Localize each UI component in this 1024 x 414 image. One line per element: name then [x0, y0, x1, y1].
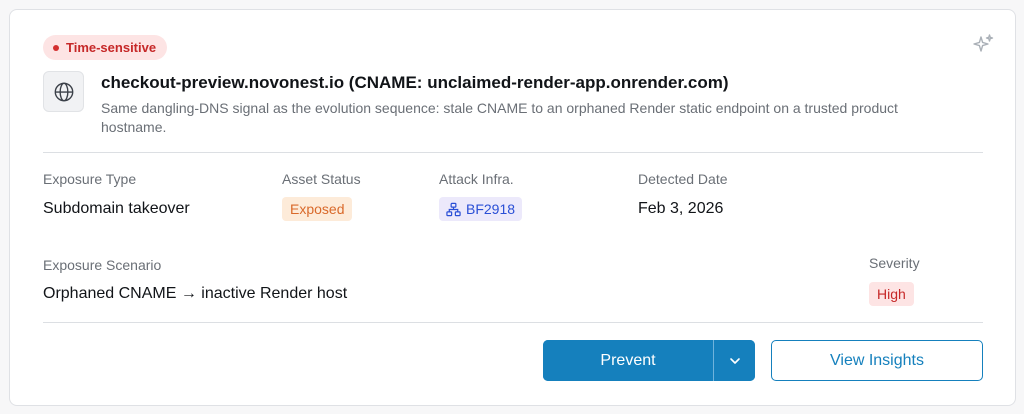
- prevent-dropdown-button[interactable]: [713, 340, 755, 381]
- top-divider: [43, 152, 983, 153]
- severity-badge: High: [869, 282, 914, 306]
- detected-date-value: Feb 3, 2026: [638, 200, 724, 217]
- asset-status-label: Asset Status: [282, 171, 361, 187]
- exposure-card: Time-sensitive checkout-preview.novonest…: [9, 9, 1016, 406]
- attack-infra-link[interactable]: BF2918: [439, 197, 523, 221]
- status-dot-icon: [53, 44, 59, 51]
- severity-label: Severity: [869, 255, 920, 271]
- exposure-type-label: Exposure Type: [43, 171, 137, 187]
- sparkle-icon[interactable]: [970, 32, 996, 58]
- asset-title: checkout-preview.novonest.io (CNAME: unc…: [101, 73, 729, 92]
- network-icon: [446, 202, 461, 216]
- bottom-divider: [43, 322, 983, 323]
- asset-status-value: Exposed: [290, 201, 345, 217]
- view-insights-button[interactable]: View Insights: [771, 340, 983, 381]
- exposure-scenario-value: Orphaned CNAME → inactive Render host: [43, 285, 348, 302]
- prevent-split-button: Prevent: [543, 340, 755, 381]
- attack-infra-value: BF2918: [466, 201, 516, 217]
- exposure-scenario-label: Exposure Scenario: [43, 257, 162, 273]
- prevent-button[interactable]: Prevent: [543, 340, 713, 381]
- chevron-down-icon: [729, 357, 740, 364]
- time-sensitive-badge: Time-sensitive: [43, 35, 168, 60]
- exposure-type-value: Subdomain takeover: [43, 200, 190, 217]
- severity-value: High: [877, 286, 906, 302]
- globe-icon: [54, 82, 73, 101]
- asset-status-badge: Exposed: [282, 197, 353, 221]
- detected-date-label: Detected Date: [638, 171, 728, 187]
- asset-icon-box: [43, 71, 84, 112]
- attack-infra-label: Attack Infra.: [439, 171, 514, 187]
- badge-label: Time-sensitive: [66, 40, 157, 55]
- asset-description: Same dangling-DNS signal as the evolutio…: [101, 100, 898, 135]
